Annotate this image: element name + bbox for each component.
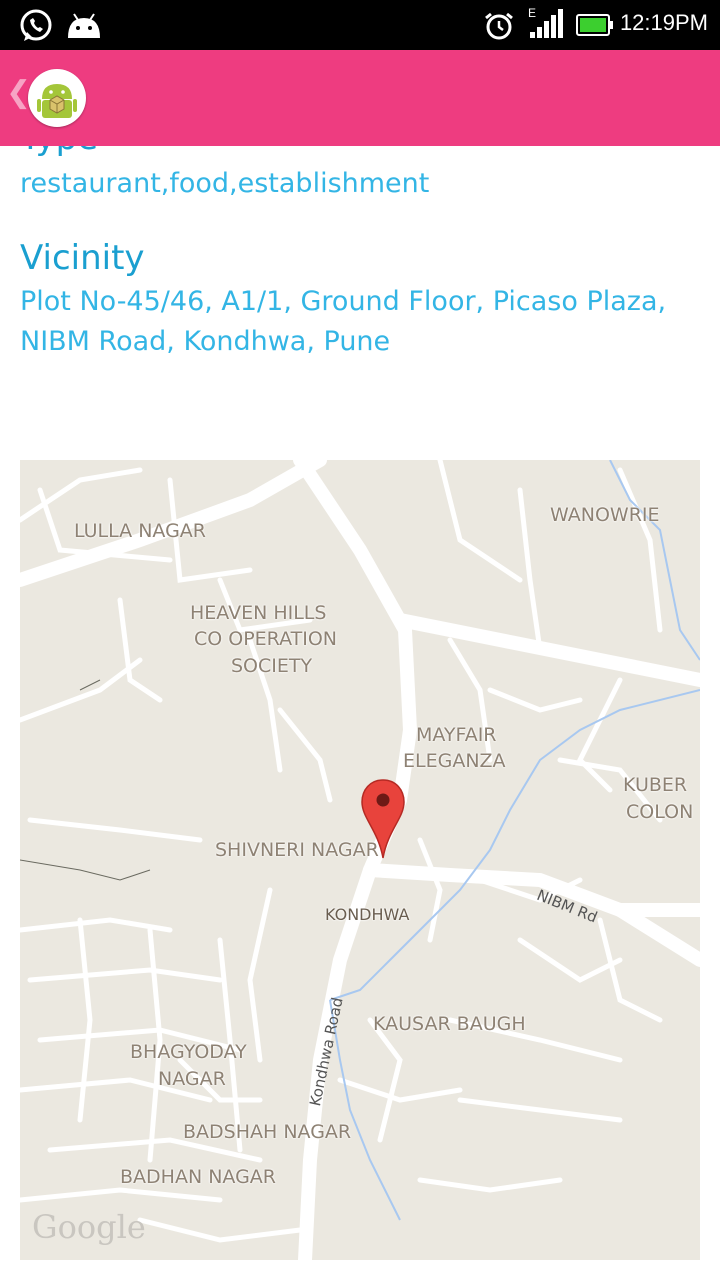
type-value: restaurant,food,establishment [20,168,430,199]
map-label-wanowrie: WANOWRIE [550,504,660,526]
map-label-mayfair: MAYFAIR [416,724,497,746]
action-bar: ❮ [0,50,720,146]
map-label-shivneri-nagar: SHIVNERI NAGAR [215,839,379,861]
map-label-kondhwa: KONDHWA [325,905,410,924]
type-label: Type [20,146,98,158]
map-view[interactable]: LULLA NAGAR WANOWRIE HEAVEN HILLS CO OPE… [20,460,700,1260]
android-notification-icon [66,10,102,44]
map-label-bhagyoday-2: NAGAR [158,1068,226,1090]
map-label-mayfair-2: ELEGANZA [403,750,506,772]
map-label-badhan-nagar: BADHAN NAGAR [120,1166,276,1188]
status-bar: E 12:19PM [0,0,720,50]
map-label-heaven-hills-2: CO OPERATION [194,628,338,650]
network-type: E [528,6,537,20]
signal-icon: E [526,6,566,44]
map-label-kausar-baugh: KAUSAR BAUGH [373,1013,526,1035]
map-label-heaven-hills-3: SOCIETY [231,655,313,677]
map-label-lulla-nagar: LULLA NAGAR [74,520,206,542]
alarm-icon [484,12,514,44]
map-label-heaven-hills: HEAVEN HILLS [190,602,327,624]
place-details: Type restaurant,food,establishment Vicin… [0,146,720,1280]
vicinity-value: Plot No-45/46, A1/1, Ground Floor, Picas… [20,286,667,357]
google-attribution: Google [32,1208,146,1246]
android-app-icon[interactable] [28,69,86,127]
vicinity-label: Vicinity [20,238,145,278]
map-label-kuber: KUBER [623,774,688,796]
battery-icon [576,14,614,40]
map-label-kuber-2: COLON [626,801,694,823]
status-time: 12:19PM [619,10,708,35]
map-label-badshah-nagar: BADSHAH NAGAR [183,1121,352,1143]
map-label-bhagyoday: BHAGYODAY [130,1041,247,1063]
whatsapp-icon [18,8,54,48]
